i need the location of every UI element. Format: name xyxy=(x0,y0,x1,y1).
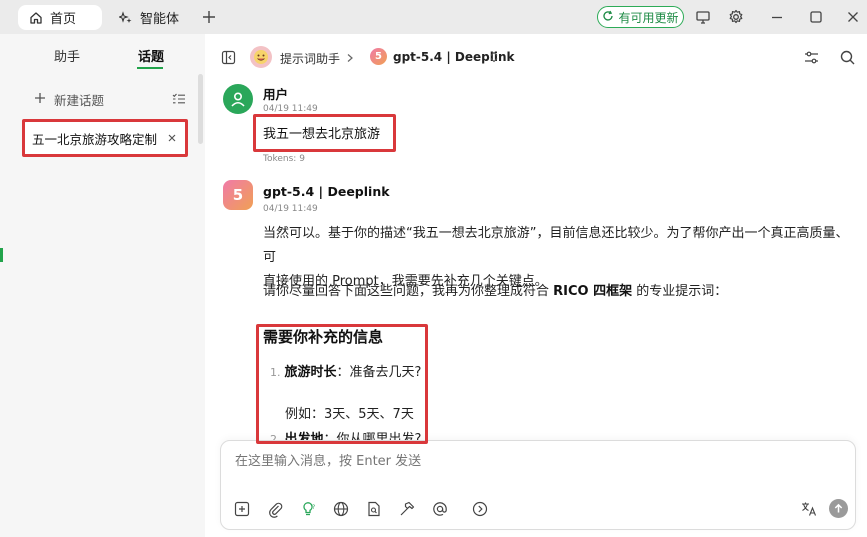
list-item-bold: 旅游时长 xyxy=(284,365,337,380)
tab-home[interactable]: 首页 xyxy=(18,5,102,30)
minimize-icon[interactable] xyxy=(769,9,785,25)
new-topic-icon[interactable] xyxy=(233,500,251,518)
update-available-button[interactable]: 有可用更新 xyxy=(597,6,684,28)
agents-icon xyxy=(118,10,133,25)
mention-at-icon[interactable] xyxy=(431,500,449,518)
edge-accent xyxy=(0,248,3,262)
maximize-icon[interactable] xyxy=(808,9,824,25)
token-count: Tokens: 9 xyxy=(263,154,305,164)
answer-paragraph-2: 请你尽量回答下面这些问题，我再为你整理成符合 RICO 四框架 的专业提示词： xyxy=(263,280,853,304)
answer-bold: RICO 四框架 xyxy=(553,284,633,299)
filter-settings-icon[interactable] xyxy=(803,49,820,66)
user-name: 用户 xyxy=(263,87,289,102)
model-name: gpt-5.4 | Deeplink xyxy=(263,184,390,199)
chevron-right-icon xyxy=(345,52,355,62)
sidebar: 助手 话题 新建话题 五一北京旅游攻略定制 xyxy=(0,34,205,537)
topic-title: 五一北京旅游攻略定制 xyxy=(32,132,158,147)
model-badge: 5 xyxy=(370,48,387,65)
knowledge-file-icon[interactable] xyxy=(365,500,383,518)
settings-gear-icon[interactable] xyxy=(728,9,744,25)
sort-list-icon[interactable] xyxy=(172,92,186,106)
chat-topbar: 提示词助手 5 gpt-5.4 | Deeplink xyxy=(205,34,867,80)
globe-icon[interactable] xyxy=(332,500,350,518)
topic-item[interactable]: 五一北京旅游攻略定制 xyxy=(24,122,186,155)
list-item-text: ：准备去几天? xyxy=(336,365,422,380)
sidebar-scrollbar[interactable] xyxy=(198,74,203,144)
new-topic-button[interactable]: 新建话题 xyxy=(34,90,104,109)
message-composer: ? xyxy=(220,440,856,530)
arrow-up-icon xyxy=(834,503,843,513)
example-text: 例如：3天、5天、7天 xyxy=(285,407,414,422)
tab-agents[interactable]: 智能体 xyxy=(108,5,189,30)
plus-icon xyxy=(34,92,46,107)
user-message-text: 我五一想去北京旅游 xyxy=(263,127,381,142)
active-tab-underline xyxy=(137,67,163,69)
answer-text: 的专业提示词： xyxy=(632,284,728,299)
home-icon xyxy=(28,10,43,25)
tab-home-label: 首页 xyxy=(50,12,77,27)
list-number: 1. xyxy=(270,366,281,379)
model-avatar: 5 xyxy=(223,180,253,210)
model-switch-chevrons-icon[interactable] xyxy=(489,51,499,63)
translate-icon[interactable] xyxy=(800,500,818,518)
close-topic-icon[interactable] xyxy=(166,132,178,144)
refresh-icon xyxy=(602,10,614,25)
model-message-time: 04/19 11:49 xyxy=(263,204,318,214)
search-icon[interactable] xyxy=(839,49,856,66)
new-tab-plus-icon[interactable] xyxy=(200,8,218,26)
lightbulb-icon[interactable]: ? xyxy=(299,500,317,518)
hammer-tools-icon[interactable] xyxy=(398,500,416,518)
list-item: 1. 旅游时长：准备去几天? xyxy=(270,361,421,380)
sidebar-tab-assistants[interactable]: 助手 xyxy=(54,46,80,65)
send-button[interactable] xyxy=(829,499,848,518)
toggle-sidebar-icon[interactable] xyxy=(221,50,236,65)
svg-text:?: ? xyxy=(312,504,315,511)
title-bar: 首页 智能体 有可用更新 xyxy=(0,0,867,34)
sidebar-tab-topics[interactable]: 话题 xyxy=(138,46,164,65)
user-message-time: 04/19 11:49 xyxy=(263,104,318,114)
tab-agents-label: 智能体 xyxy=(140,12,180,27)
assistant-avatar[interactable] xyxy=(250,46,272,68)
answer-text: 请你尽量回答下面这些问题，我再为你整理成符合 xyxy=(263,284,554,299)
assistant-name[interactable]: 提示词助手 xyxy=(280,50,340,67)
expand-more-icon[interactable] xyxy=(471,500,489,518)
answer-line: 当然可以。基于你的描述“我五一想去北京旅游”，目前信息还比较少。为了帮你产出一个… xyxy=(263,226,849,265)
section-heading: 需要你补充的信息 xyxy=(263,328,384,346)
close-window-icon[interactable] xyxy=(845,9,861,25)
update-label: 有可用更新 xyxy=(618,10,679,25)
message-input[interactable] xyxy=(235,454,735,469)
attachment-icon[interactable] xyxy=(266,500,284,518)
user-avatar xyxy=(223,84,253,114)
new-topic-label: 新建话题 xyxy=(54,93,105,108)
chat-main: 提示词助手 5 gpt-5.4 | Deeplink 用户 04/19 11:4… xyxy=(205,34,867,537)
monitor-icon[interactable] xyxy=(695,9,711,25)
